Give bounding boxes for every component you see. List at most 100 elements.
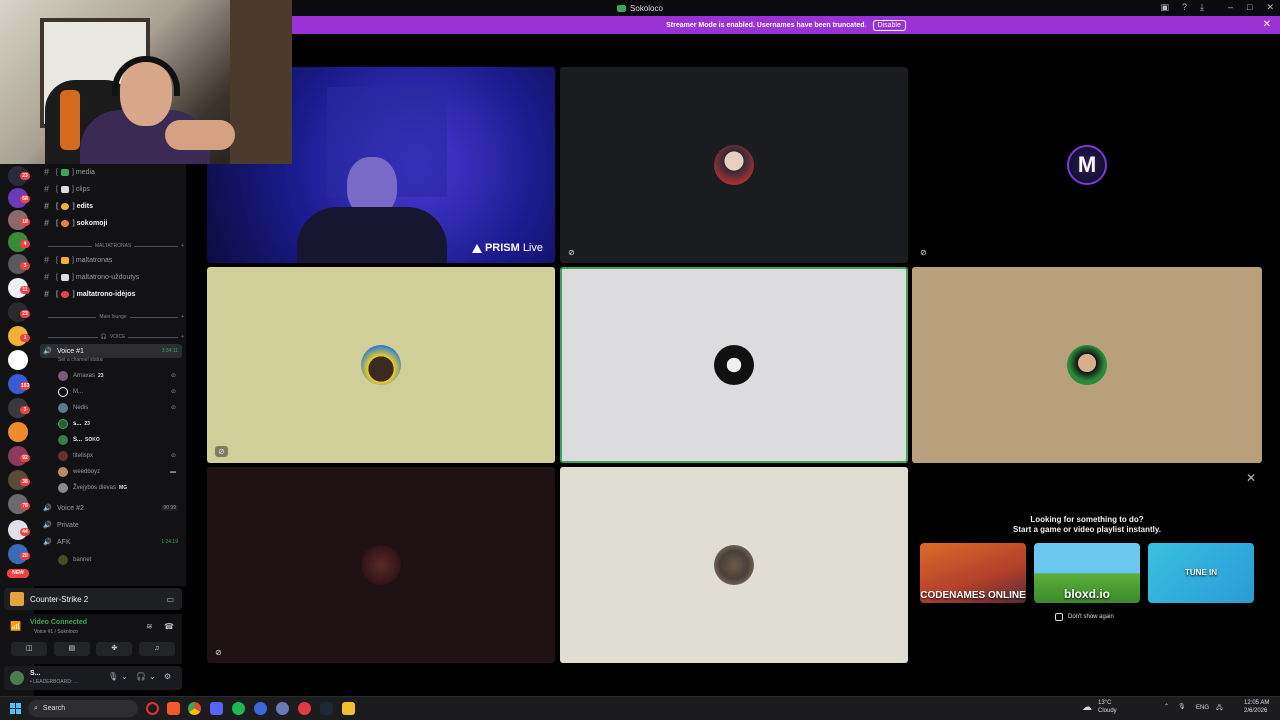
channel-edits[interactable]: # [ ] edits bbox=[34, 199, 186, 213]
voice-member[interactable]: titelispx ⊘ bbox=[58, 448, 182, 463]
brave-icon[interactable] bbox=[167, 702, 180, 715]
screen-share-icon[interactable]: ▤ bbox=[53, 642, 90, 656]
signal-icon[interactable]: 📶 bbox=[10, 621, 21, 632]
bracket: [ bbox=[56, 273, 58, 281]
headphones-icon[interactable]: 🎧 bbox=[136, 672, 146, 681]
chevron-down-icon[interactable]: ⌄ bbox=[149, 672, 156, 681]
screen: Sokoloco ▣ ? ⤓ – □ ✕ Streamer Mode is en… bbox=[0, 0, 1280, 720]
add-channel-icon[interactable]: + bbox=[181, 243, 184, 249]
speaker-icon: 🔊 bbox=[43, 348, 52, 355]
activities-icon[interactable]: ✤ bbox=[96, 642, 133, 656]
app-icon[interactable] bbox=[254, 702, 267, 715]
opera-icon[interactable] bbox=[146, 702, 159, 715]
discord-icon[interactable] bbox=[210, 702, 223, 715]
minimize-icon[interactable]: – bbox=[1228, 2, 1233, 13]
activity-card-tunein[interactable]: TUNE IN bbox=[1148, 543, 1254, 603]
connection-channel[interactable]: Voice #1 / Sokoloco bbox=[34, 629, 78, 635]
obs-icon[interactable] bbox=[298, 702, 311, 715]
taskbar-search[interactable]: ⌕ Search bbox=[28, 700, 138, 717]
banner-close-icon[interactable]: ✕ bbox=[1263, 19, 1271, 30]
network-icon[interactable]: 🖧 bbox=[1216, 703, 1223, 713]
activity-card-bloxd[interactable]: bloxd.io bbox=[1034, 543, 1140, 603]
maximize-icon[interactable]: □ bbox=[1247, 2, 1252, 13]
text-channel-icon: # bbox=[44, 289, 50, 299]
user-name[interactable]: S... bbox=[30, 670, 41, 677]
voice-connection-panel: 📶 Video Connected Voice #1 / Sokoloco ≋ … bbox=[4, 614, 182, 664]
microphone-icon[interactable]: 🎙 bbox=[108, 672, 118, 681]
category-voice[interactable]: 🎧 VOICE + bbox=[48, 332, 184, 342]
download-icon[interactable]: ⤓ bbox=[1200, 2, 1204, 13]
clock-date[interactable]: 2/6/2026 bbox=[1244, 708, 1267, 714]
channel-media[interactable]: # [ ] media bbox=[34, 165, 186, 179]
disable-streamer-mode-button[interactable]: Disable bbox=[872, 19, 906, 31]
tray-chevron-icon[interactable]: ⌃ bbox=[1164, 703, 1169, 710]
channel-sokomoji[interactable]: # [ ] sokomoji bbox=[34, 216, 186, 230]
video-tile-6[interactable] bbox=[912, 267, 1262, 463]
dont-show-again[interactable]: Don't show again bbox=[1055, 613, 1114, 621]
voice-member[interactable]: bannet bbox=[58, 552, 182, 567]
video-tile-4[interactable]: ⊘ bbox=[207, 267, 555, 463]
help-icon[interactable]: ? bbox=[1182, 2, 1187, 13]
voice-member[interactable]: s... 23 bbox=[58, 416, 182, 431]
weather-temp[interactable]: 13°C bbox=[1098, 700, 1111, 706]
camera-off-icon[interactable]: ◫ bbox=[11, 642, 48, 656]
channel-emoji-icon bbox=[61, 202, 70, 210]
add-channel-icon[interactable]: + bbox=[181, 314, 184, 320]
speaker-icon: 🔊 bbox=[43, 505, 52, 512]
channel-maltatrono-idejos[interactable]: # [ ] maltatrono-idėjos bbox=[34, 287, 186, 301]
voice-member[interactable]: M... ⊘ bbox=[58, 384, 182, 399]
member-tag: 23 bbox=[84, 420, 90, 427]
soundboard-icon[interactable]: ♫ bbox=[138, 642, 175, 656]
voice-member[interactable]: S... SOKO bbox=[58, 432, 182, 447]
language-indicator[interactable]: ENG bbox=[1196, 705, 1209, 711]
webcam-overlay bbox=[0, 0, 292, 164]
video-tile-8[interactable] bbox=[560, 467, 908, 663]
chrome-icon[interactable] bbox=[188, 702, 201, 715]
voice-channel-1[interactable]: 🔊 Voice #1 3:34:11 bbox=[40, 344, 182, 358]
voice-channel-afk[interactable]: 🔊 AFK 1:24:19 bbox=[40, 535, 182, 549]
settings-gear-icon[interactable]: ⚙ bbox=[164, 672, 171, 681]
inbox-icon[interactable]: ▣ bbox=[1160, 2, 1169, 13]
voice-member[interactable]: Nedis ⊘ bbox=[58, 400, 182, 415]
microphone-tray-icon[interactable]: 🎙 bbox=[1178, 703, 1186, 710]
channel-maltatrono-uzduotys[interactable]: # [ ] maltatrono-uždoutys bbox=[34, 270, 186, 284]
add-channel-icon[interactable]: + bbox=[181, 334, 184, 340]
disconnect-icon[interactable]: ☎ bbox=[164, 622, 174, 631]
channel-clips[interactable]: # [ ] clips bbox=[34, 182, 186, 196]
voice-member[interactable]: Arnaxas 23 ⊘ bbox=[58, 368, 182, 383]
windows-start-icon[interactable] bbox=[10, 703, 21, 714]
files-icon[interactable] bbox=[342, 702, 355, 715]
spotify-icon[interactable] bbox=[232, 702, 245, 715]
voice-channel-2[interactable]: 🔊 Voice #2 00 99 bbox=[40, 501, 182, 515]
weather-desc[interactable]: Cloudy bbox=[1098, 708, 1117, 714]
settings-icon[interactable] bbox=[276, 702, 289, 715]
clock-time[interactable]: 12:05 AM bbox=[1244, 700, 1269, 706]
voice-member[interactable]: Žvejybos dievas MG bbox=[58, 480, 182, 495]
activity-card-codenames[interactable]: CODENAMES ONLINE bbox=[920, 543, 1026, 603]
activity-close-icon[interactable]: ✕ bbox=[1246, 471, 1256, 485]
voice-member[interactable]: weedboyz ▬ bbox=[58, 464, 182, 479]
chevron-down-icon[interactable]: ⌄ bbox=[121, 672, 128, 681]
channel-status[interactable]: Set a channel status bbox=[58, 357, 103, 363]
prism-logo-icon bbox=[471, 243, 482, 253]
game-activity-panel[interactable]: Counter-Strike 2 ▭ bbox=[4, 588, 182, 610]
video-tile-5-speaking[interactable] bbox=[560, 267, 908, 463]
category-main-lounge[interactable]: Main lounge + bbox=[48, 312, 184, 322]
noise-suppression-icon[interactable]: ≋ bbox=[146, 622, 153, 631]
bracket: [ bbox=[56, 219, 59, 227]
server-icon[interactable] bbox=[8, 350, 28, 370]
user-avatar[interactable] bbox=[10, 671, 24, 685]
video-tile-3[interactable]: M ⊘ bbox=[912, 67, 1262, 263]
dont-show-label: Don't show again bbox=[1068, 614, 1114, 620]
video-tile-7[interactable]: ⊘ bbox=[207, 467, 555, 663]
dont-show-checkbox[interactable] bbox=[1055, 613, 1063, 621]
video-tile-2[interactable]: ⊘ bbox=[560, 67, 908, 263]
channel-maltatronas[interactable]: # [ ] maltatronas bbox=[34, 253, 186, 267]
category-maltatronas[interactable]: MALTATRONAS + bbox=[48, 241, 184, 251]
server-icon[interactable] bbox=[8, 422, 28, 442]
voice-timer: 3:34:11 bbox=[161, 348, 178, 354]
steam-icon[interactable] bbox=[320, 702, 333, 715]
close-window-icon[interactable]: ✕ bbox=[1266, 2, 1274, 13]
share-screen-icon[interactable]: ▭ bbox=[166, 595, 174, 604]
voice-channel-private[interactable]: 🔊 Private bbox=[40, 518, 182, 532]
